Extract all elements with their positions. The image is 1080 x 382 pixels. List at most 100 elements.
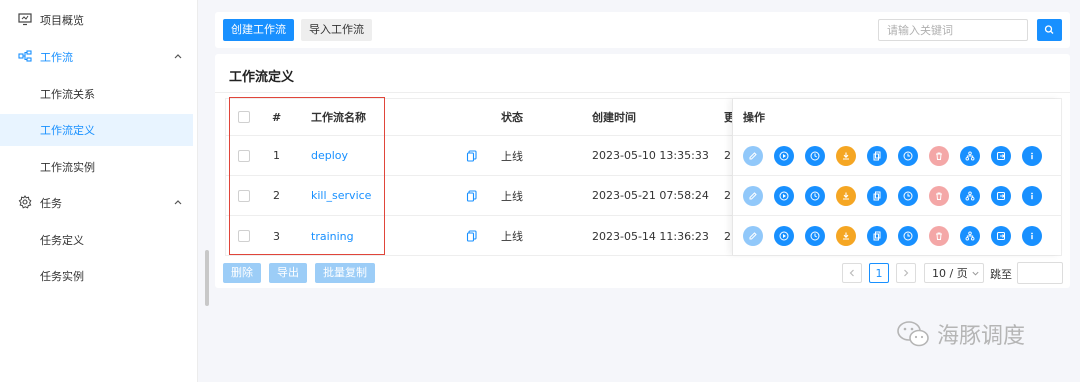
workflow-name-link[interactable]: training <box>311 216 354 256</box>
batch-copy-button[interactable]: 批量复制 <box>315 263 375 283</box>
edit-button[interactable] <box>743 146 763 166</box>
timing-button[interactable] <box>805 186 825 206</box>
delete-button[interactable] <box>929 146 949 166</box>
tree-icon <box>965 231 975 241</box>
column-header-index: # <box>272 110 282 124</box>
gear-icon <box>18 195 32 209</box>
copy-icon[interactable] <box>466 189 478 202</box>
prev-page-button[interactable] <box>842 263 862 283</box>
jump-page-input[interactable] <box>1017 262 1063 284</box>
created-time: 2023-05-21 07:58:24 <box>592 189 709 202</box>
status-text: 上线 <box>501 189 523 203</box>
timer-manage-button[interactable] <box>898 186 918 206</box>
toolbar: 创建工作流 导入工作流 <box>215 12 1070 48</box>
run-icon <box>779 231 789 241</box>
edit-icon <box>749 232 757 240</box>
chevron-up-icon <box>174 54 182 59</box>
timer-manage-icon <box>903 151 913 161</box>
copy-icon <box>873 191 881 201</box>
sidebar-item-workflow[interactable]: 工作流 <box>0 41 193 73</box>
tree-button[interactable] <box>960 146 980 166</box>
copy-button[interactable] <box>867 226 887 246</box>
sidebar-item-project-overview[interactable]: 项目概览 <box>0 4 193 36</box>
delete-button[interactable] <box>929 226 949 246</box>
sidebar-item-label: 任务实例 <box>40 270 84 283</box>
create-workflow-button[interactable]: 创建工作流 <box>223 19 294 41</box>
watermark: 海豚调度 <box>895 318 1025 350</box>
chevron-left-icon <box>849 269 854 277</box>
timing-button[interactable] <box>805 226 825 246</box>
page-size-select[interactable]: 10 / 页 <box>924 263 984 283</box>
timer-manage-button[interactable] <box>898 146 918 166</box>
page-1-button[interactable]: 1 <box>869 263 889 283</box>
copy-icon[interactable] <box>466 230 478 242</box>
export-button[interactable] <box>991 186 1011 206</box>
timing-button[interactable] <box>805 146 825 166</box>
edit-button[interactable] <box>743 186 763 206</box>
watermark-text: 海豚调度 <box>937 324 1026 349</box>
row-checkbox[interactable] <box>238 149 250 162</box>
next-page-button[interactable] <box>896 263 916 283</box>
delete-button[interactable] <box>929 186 949 206</box>
sidebar-item-task-instance[interactable]: 任务实例 <box>0 260 193 292</box>
edit-button[interactable] <box>743 226 763 246</box>
export-button[interactable]: 导出 <box>269 263 307 283</box>
info-icon <box>1031 152 1033 160</box>
run-button[interactable] <box>774 146 794 166</box>
created-time: 2023-05-10 13:35:33 <box>592 149 709 162</box>
edit-icon <box>749 152 757 160</box>
timing-icon <box>810 151 820 161</box>
sidebar-item-workflow-instance[interactable]: 工作流实例 <box>0 151 193 183</box>
info-button[interactable] <box>1022 186 1042 206</box>
updated-time: 2 <box>724 189 731 202</box>
sidebar-item-task-definition[interactable]: 任务定义 <box>0 224 193 256</box>
row-checkbox[interactable] <box>238 230 250 242</box>
run-button[interactable] <box>774 186 794 206</box>
row-index: 3 <box>273 229 280 243</box>
chevron-down-icon <box>972 271 979 276</box>
column-header-operations: 操作 <box>733 99 1062 136</box>
export-button[interactable] <box>991 146 1011 166</box>
run-button[interactable] <box>774 226 794 246</box>
column-header-status: 状态 <box>501 111 523 124</box>
timing-icon <box>810 191 820 201</box>
sidebar-item-label: 工作流关系 <box>40 88 95 101</box>
download-button[interactable] <box>836 146 856 166</box>
delete-icon <box>936 232 942 240</box>
sidebar-item-workflow-definition[interactable]: 工作流定义 <box>0 114 193 146</box>
download-button[interactable] <box>836 226 856 246</box>
workflow-name-link[interactable]: deploy <box>311 136 348 175</box>
row-checkbox[interactable] <box>238 189 250 202</box>
timer-manage-icon <box>903 231 913 241</box>
select-all-checkbox[interactable] <box>238 111 250 123</box>
download-icon <box>843 152 849 160</box>
sidebar-scrollbar[interactable] <box>205 250 209 306</box>
workflow-name-link[interactable]: kill_service <box>311 176 371 215</box>
import-workflow-button[interactable]: 导入工作流 <box>301 19 372 41</box>
status-text: 上线 <box>501 149 523 163</box>
info-button[interactable] <box>1022 146 1042 166</box>
search-button[interactable] <box>1037 19 1062 41</box>
row-index: 1 <box>273 149 280 162</box>
search-input[interactable] <box>878 19 1028 41</box>
timer-manage-button[interactable] <box>898 226 918 246</box>
copy-button[interactable] <box>867 146 887 166</box>
info-icon <box>1031 232 1033 240</box>
sidebar-item-workflow-relation[interactable]: 工作流关系 <box>0 78 193 110</box>
run-icon <box>779 191 789 201</box>
sidebar-item-label: 任务定义 <box>40 234 84 247</box>
row-index: 2 <box>273 189 280 202</box>
export-icon <box>997 152 1005 160</box>
status-text: 上线 <box>501 230 523 243</box>
copy-button[interactable] <box>867 186 887 206</box>
tree-button[interactable] <box>960 226 980 246</box>
info-button[interactable] <box>1022 226 1042 246</box>
sidebar-item-task[interactable]: 任务 <box>0 187 193 219</box>
copy-icon[interactable] <box>466 149 478 162</box>
export-button[interactable] <box>991 226 1011 246</box>
download-button[interactable] <box>836 186 856 206</box>
tree-button[interactable] <box>960 186 980 206</box>
chevron-right-icon <box>904 269 909 277</box>
updated-time: 2 <box>724 229 731 243</box>
delete-button[interactable]: 删除 <box>223 263 261 283</box>
